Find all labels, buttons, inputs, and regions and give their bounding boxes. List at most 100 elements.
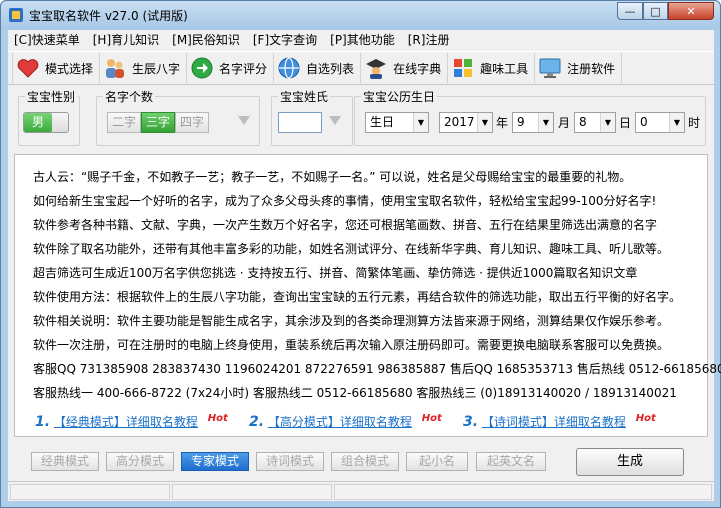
menu-other[interactable]: [P]其他功能 — [324, 30, 402, 50]
tutorial-link-classic[interactable]: 1. 【经典模式】详细取名教程 Hot — [35, 413, 228, 430]
tutorial-label: 【经典模式】详细取名教程 — [53, 415, 198, 429]
chevron-down-icon: ▼ — [413, 113, 428, 132]
mode-nickname-button[interactable]: 起小名 — [406, 452, 468, 471]
info-line: 软件除了取名功能外，还带有其他丰富多彩的功能，如姓名测试评分、在线新华字典、育儿… — [33, 242, 670, 256]
mode-expert-button[interactable]: 专家模式 — [181, 452, 249, 471]
count-segment: 二字 三字 四字 — [107, 112, 210, 133]
count-more-icon[interactable] — [238, 116, 250, 125]
hot-badge: Hot — [421, 413, 442, 424]
hour-select[interactable]: 0 ▼ — [635, 112, 685, 133]
monitor-icon — [539, 58, 561, 78]
gender-group: 宝宝性别 男 — [18, 88, 80, 146]
menu-text-query[interactable]: [F]文字查询 — [247, 30, 324, 50]
surname-more-icon[interactable] — [329, 116, 341, 125]
month-unit: 月 — [558, 116, 571, 130]
menu-quick[interactable]: [C]快速菜单 — [8, 30, 87, 50]
online-dictionary-label: 在线字典 — [393, 61, 442, 76]
day-unit: 日 — [619, 116, 632, 130]
info-line: 超吉筛选可生成近100万名字供您挑选 · 支持按五行、拼音、简繁体笔画、挚仿筛选… — [33, 266, 638, 280]
menu-register[interactable]: [R]注册 — [402, 30, 457, 50]
graduate-icon — [366, 59, 387, 79]
info-line: 古人云：“赐子千金，不如教子一艺；教子一艺，不如赐子一名。” 可以说，姓名是父母… — [33, 170, 632, 184]
people-icon — [106, 59, 125, 78]
custom-list-button[interactable]: 自选列表 — [274, 53, 362, 83]
minimize-button[interactable]: — — [617, 2, 643, 20]
year-value: 2017 — [444, 115, 475, 129]
client-area: [C]快速菜单 [H]育儿知识 [M]民俗知识 [F]文字查询 [P]其他功能 … — [8, 30, 721, 501]
contact-qq-line: 客服QQ 731385908 283837430 1196024201 8722… — [33, 362, 721, 376]
calendar-value: 生日 — [370, 115, 395, 129]
fun-tools-button[interactable]: 趣味工具 — [448, 53, 536, 83]
mode-classic-button[interactable]: 经典模式 — [31, 452, 99, 471]
menu-folk[interactable]: [M]民俗知识 — [166, 30, 247, 50]
maximize-button[interactable]: □ — [643, 2, 668, 20]
count-title: 名字个数 — [103, 88, 156, 105]
day-value: 8 — [579, 115, 587, 129]
close-button[interactable]: ✕ — [668, 2, 714, 20]
info-line: 软件一次注册，可在注册时的电脑上终身使用，重装系统后再次输入原注册码即可。需要更… — [33, 338, 670, 352]
name-score-label: 名字评分 — [219, 61, 268, 76]
register-software-label: 注册软件 — [567, 61, 616, 76]
online-dictionary-button[interactable]: 在线字典 — [361, 53, 449, 83]
info-line: 软件使用方法：根据软件上的生辰八字功能，查询出宝宝缺的五行元素，再结合软件的筛选… — [33, 290, 682, 304]
custom-list-label: 自选列表 — [306, 61, 355, 76]
tutorial-link-high-score[interactable]: 2. 【高分模式】详细取名教程 Hot — [249, 413, 442, 430]
year-select[interactable]: 2017 ▼ — [439, 112, 493, 133]
mode-combo-button[interactable]: 组合模式 — [331, 452, 399, 471]
status-bar — [8, 481, 714, 501]
count-option-two[interactable]: 二字 — [107, 112, 142, 133]
app-window: 宝宝取名软件 v27.0 (试用版) — □ ✕ [C]快速菜单 [H]育儿知识… — [0, 0, 721, 508]
hot-badge: Hot — [635, 413, 656, 424]
app-logo-icon — [9, 8, 23, 22]
bazi-label: 生辰八字 — [132, 61, 181, 76]
tutorial-label: 【高分模式】详细取名教程 — [267, 415, 412, 429]
chevron-down-icon: ▼ — [600, 113, 615, 132]
fun-tools-label: 趣味工具 — [480, 61, 529, 76]
count-group: 名字个数 二字 三字 四字 — [96, 88, 260, 146]
info-panel: 古人云：“赐子千金，不如教子一艺；教子一艺，不如赐子一名。” 可以说，姓名是父母… — [14, 154, 721, 437]
chevron-down-icon: ▼ — [477, 113, 492, 132]
day-select[interactable]: 8 ▼ — [574, 112, 616, 133]
tutorial-num: 2. — [249, 414, 265, 430]
month-value: 9 — [517, 115, 525, 129]
count-option-four[interactable]: 四字 — [175, 112, 210, 133]
bazi-button[interactable]: 生辰八字 — [100, 53, 188, 83]
title-bar[interactable]: 宝宝取名软件 v27.0 (试用版) — □ ✕ — [1, 1, 720, 29]
birthday-title: 宝宝公历生日 — [361, 88, 438, 105]
info-line: 软件参考各种书籍、文献、字典，一次产生数万个好名字，您还可根据笔画数、拼音、五行… — [33, 218, 658, 232]
info-line: 如何给新生宝宝起一个好听的名字，成为了众多父母头疼的事情，使用宝宝取名软件，轻松… — [33, 194, 657, 208]
gender-toggle[interactable]: 男 — [23, 112, 69, 133]
generate-button[interactable]: 生成 — [576, 448, 684, 476]
chevron-down-icon: ▼ — [669, 113, 684, 132]
count-option-three[interactable]: 三字 — [141, 112, 176, 133]
name-score-button[interactable]: 名字评分 — [187, 53, 275, 83]
calendar-select[interactable]: 生日 ▼ — [365, 112, 429, 133]
toolbar: 模式选择 生辰八字 名字评分 自选列表 在线字典 趣味工具 注册软件 — [8, 51, 714, 85]
surname-group: 宝宝姓氏 — [271, 88, 353, 146]
menu-parenting[interactable]: [H]育儿知识 — [87, 30, 166, 50]
hour-unit: 时 — [688, 116, 701, 130]
contact-hotline-line: 客服热线一 400-666-8722 (7x24小时) 客服热线二 0512-6… — [33, 386, 677, 400]
globe-icon — [278, 57, 300, 79]
register-software-button[interactable]: 注册软件 — [535, 53, 623, 83]
mode-select-button[interactable]: 模式选择 — [12, 53, 101, 83]
status-cell — [334, 484, 712, 500]
heart-icon — [17, 59, 39, 78]
tutorial-num: 1. — [35, 414, 51, 430]
mode-high-score-button[interactable]: 高分模式 — [106, 452, 174, 471]
windows-icon — [454, 59, 473, 77]
tutorial-num: 3. — [463, 414, 479, 430]
tutorial-link-poetry[interactable]: 3. 【诗词模式】详细取名教程 Hot — [463, 413, 656, 430]
surname-input[interactable] — [278, 112, 322, 133]
tutorial-label: 【诗词模式】详细取名教程 — [481, 415, 626, 429]
gender-title: 宝宝性别 — [25, 88, 78, 105]
gender-value: 男 — [24, 113, 52, 132]
hot-badge: Hot — [207, 413, 228, 424]
month-select[interactable]: 9 ▼ — [512, 112, 554, 133]
surname-title: 宝宝姓氏 — [278, 88, 331, 105]
mode-select-label: 模式选择 — [45, 61, 94, 76]
mode-english-name-button[interactable]: 起英文名 — [476, 452, 546, 471]
options-row: 宝宝性别 男 名字个数 二字 三字 四字 宝宝姓氏 宝宝公历生日 生日 ▼ 20… — [8, 86, 714, 154]
mode-poetry-button[interactable]: 诗词模式 — [256, 452, 324, 471]
year-unit: 年 — [496, 116, 509, 130]
